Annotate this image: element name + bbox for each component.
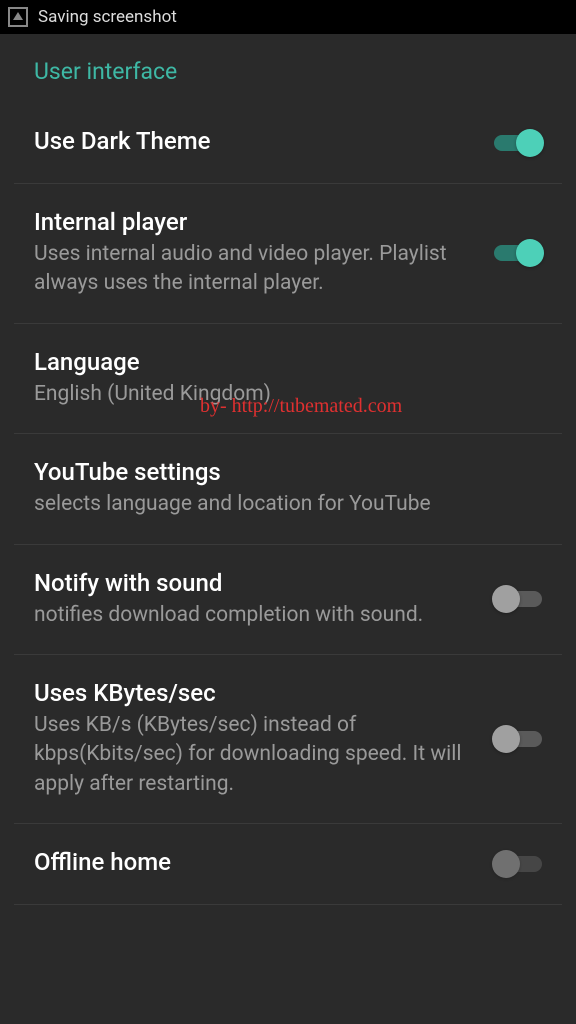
toggle-knob: [492, 585, 520, 613]
setting-content: Use Dark Theme: [34, 127, 494, 159]
setting-content: Offline home: [34, 848, 494, 880]
toggle-internal-player[interactable]: [494, 245, 542, 261]
setting-title: Offline home: [34, 848, 474, 876]
setting-description: Uses KB/s (KBytes/sec) instead of kbps(K…: [34, 711, 474, 799]
toggle-knob: [492, 850, 520, 878]
watermark-text: by- http://tubemated.com: [200, 395, 402, 418]
image-icon: [8, 7, 28, 27]
setting-title: Use Dark Theme: [34, 127, 474, 155]
setting-notify-sound[interactable]: Notify with sound notifies download comp…: [14, 545, 562, 655]
setting-description: notifies download completion with sound.: [34, 601, 474, 630]
setting-description: Uses internal audio and video player. Pl…: [34, 240, 474, 299]
settings-container: User interface Use Dark Theme Internal p…: [0, 34, 576, 905]
toggle-knob: [492, 725, 520, 753]
toggle-dark-theme[interactable]: [494, 135, 542, 151]
section-header: User interface: [14, 34, 562, 103]
setting-content: Internal player Uses internal audio and …: [34, 208, 494, 299]
setting-internal-player[interactable]: Internal player Uses internal audio and …: [14, 184, 562, 324]
setting-description: selects language and location for YouTub…: [34, 490, 542, 519]
setting-kbytes[interactable]: Uses KBytes/sec Uses KB/s (KBytes/sec) i…: [14, 655, 562, 824]
notification-text: Saving screenshot: [38, 7, 177, 27]
toggle-offline-home[interactable]: [494, 856, 542, 872]
toggle-knob: [516, 239, 544, 267]
setting-content: Notify with sound notifies download comp…: [34, 569, 494, 630]
setting-title: Internal player: [34, 208, 474, 236]
setting-title: Language: [34, 348, 542, 376]
setting-title: Notify with sound: [34, 569, 474, 597]
setting-offline-home[interactable]: Offline home: [14, 824, 562, 905]
setting-dark-theme[interactable]: Use Dark Theme: [14, 103, 562, 184]
toggle-kbytes[interactable]: [494, 731, 542, 747]
toggle-knob: [516, 129, 544, 157]
notification-bar: Saving screenshot: [0, 0, 576, 34]
setting-youtube[interactable]: YouTube settings selects language and lo…: [14, 434, 562, 544]
setting-title: Uses KBytes/sec: [34, 679, 474, 707]
setting-title: YouTube settings: [34, 458, 542, 486]
toggle-notify-sound[interactable]: [494, 591, 542, 607]
setting-content: Uses KBytes/sec Uses KB/s (KBytes/sec) i…: [34, 679, 494, 799]
